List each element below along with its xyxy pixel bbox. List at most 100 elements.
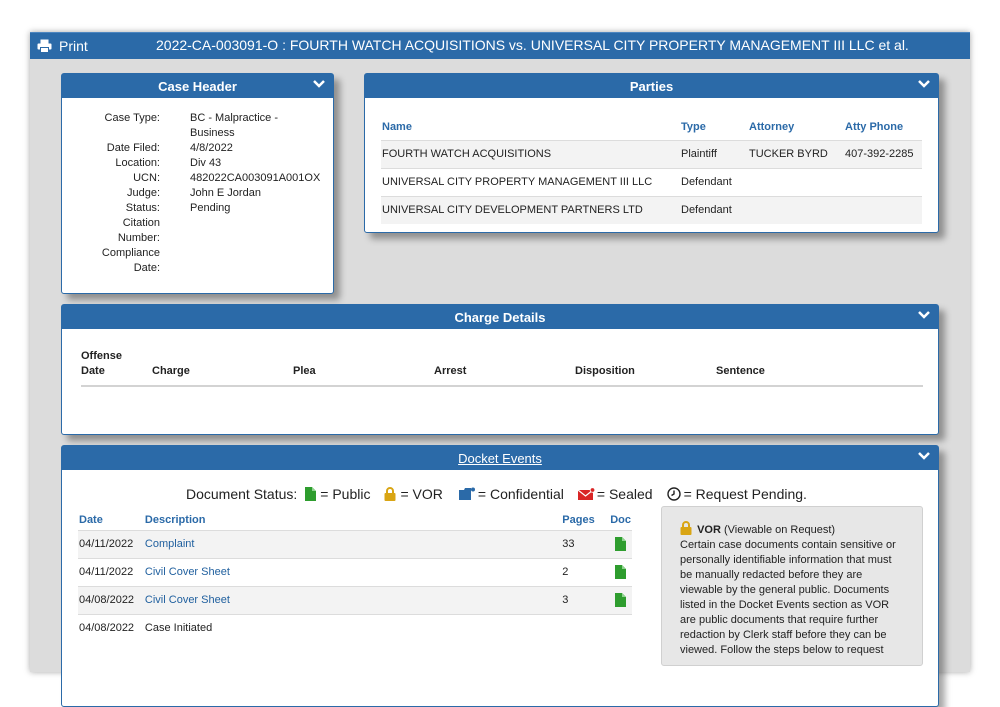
- case-field-value: BC - Malpractice - Business: [190, 112, 279, 139]
- col-attorney: Attorney: [749, 120, 795, 133]
- case-field-value: John E Jordan: [190, 187, 261, 199]
- party-phone: [844, 195, 922, 224]
- col-phone: Atty Phone: [845, 120, 904, 133]
- public-doc-icon[interactable]: [615, 537, 627, 551]
- party-attorney: TUCKER BYRD: [748, 139, 844, 168]
- col-name: Name: [382, 120, 412, 133]
- col-description: Description: [144, 513, 206, 526]
- party-name: UNIVERSAL CITY DEVELOPMENT PARTNERS LTD: [381, 195, 680, 224]
- table-row: 04/08/2022 Case Initiated: [78, 613, 632, 642]
- case-header-title: Case Header: [158, 78, 237, 94]
- docket-events-head[interactable]: Docket Events: [62, 446, 938, 470]
- docket-date: 04/08/2022: [78, 613, 144, 642]
- docket-description-cell: Civil Cover Sheet: [143, 585, 562, 614]
- legend-pending: = Request Pending.: [683, 486, 807, 502]
- docket-pages: 33: [561, 529, 610, 558]
- case-field-label: Compliance Date:: [101, 247, 160, 274]
- party-type: Defendant: [680, 195, 748, 224]
- case-field-label: Location:: [115, 157, 160, 169]
- docket-doc-cell: [609, 613, 632, 642]
- case-field-label: Case Type:: [104, 112, 160, 124]
- docket-description: Case Initiated: [144, 622, 213, 634]
- table-row: UNIVERSAL CITY PROPERTY MANAGEMENT III L…: [381, 167, 922, 196]
- party-phone: 407-392-2285: [844, 139, 922, 168]
- docket-date: 04/11/2022: [78, 557, 144, 586]
- docket-events-panel: Docket Events Document Status: = Public …: [61, 445, 939, 707]
- parties-panel: Parties Name Type Attorney Atty Phone FO…: [364, 73, 939, 233]
- case-field-value: Pending: [190, 202, 231, 214]
- confidential-folder-icon: [458, 487, 476, 501]
- clock-icon: [666, 487, 681, 501]
- title-bar: Print 2022-CA-003091-O : FOURTH WATCH AC…: [30, 32, 970, 59]
- chevron-down-icon[interactable]: [917, 310, 931, 320]
- sealed-envelope-icon: [577, 487, 595, 501]
- docket-events-title[interactable]: Docket Events: [458, 451, 542, 466]
- chevron-down-icon[interactable]: [917, 79, 931, 89]
- case-header-head[interactable]: Case Header: [62, 74, 333, 98]
- col-offense-date: Offense Date: [81, 350, 122, 377]
- parties-head[interactable]: Parties: [365, 74, 938, 98]
- docket-pages: [561, 613, 610, 642]
- case-field-value: Div 43: [190, 157, 222, 169]
- col-pages: Pages: [562, 513, 595, 526]
- docket-date: 04/11/2022: [78, 529, 144, 558]
- col-doc: Doc: [610, 513, 631, 526]
- party-name: UNIVERSAL CITY PROPERTY MANAGEMENT III L…: [381, 167, 680, 196]
- docket-table: Date Description Pages Doc 04/11/2022 Com…: [78, 510, 632, 642]
- public-doc-icon[interactable]: [615, 565, 627, 579]
- legend-vor: = VOR: [400, 486, 443, 502]
- docket-doc-cell: [609, 585, 632, 614]
- party-type: Plaintiff: [680, 139, 748, 168]
- print-button[interactable]: Print: [37, 38, 88, 54]
- charge-columns: Offense Date Charge Plea Arrest Disposit…: [81, 350, 923, 387]
- case-window: Print 2022-CA-003091-O : FOURTH WATCH AC…: [30, 32, 970, 707]
- print-label: Print: [59, 38, 88, 54]
- docket-doc-cell: [609, 557, 632, 586]
- docket-pages: 2: [561, 557, 610, 586]
- docket-description-cell: Civil Cover Sheet: [143, 557, 562, 586]
- legend-public: = Public: [320, 486, 371, 502]
- chevron-down-icon[interactable]: [917, 451, 931, 461]
- party-phone: [844, 167, 922, 196]
- case-field-label: UCN:: [133, 172, 160, 184]
- parties-table: Name Type Attorney Atty Phone FOURTH WAT…: [381, 114, 922, 224]
- vor-info-box: VOR (Viewable on Request) Certain case d…: [661, 506, 923, 666]
- case-field-value: 4/8/2022: [190, 142, 233, 154]
- vor-text: Certain case documents contain sensitive…: [680, 539, 896, 656]
- case-title: 2022-CA-003091-O : FOURTH WATCH ACQUISIT…: [156, 37, 909, 53]
- chevron-down-icon[interactable]: [312, 79, 326, 89]
- docket-description-link[interactable]: Complaint: [145, 538, 195, 550]
- case-field-label: Status:: [125, 202, 160, 214]
- col-type: Type: [681, 120, 706, 133]
- case-field-label: Date Filed:: [106, 142, 160, 154]
- charge-details-title: Charge Details: [454, 309, 546, 325]
- table-row: 04/08/2022 Civil Cover Sheet 3: [78, 585, 632, 614]
- lock-icon: [384, 487, 396, 501]
- party-attorney: [748, 167, 844, 196]
- case-header-panel: Case Header Case Type: BC - Malpractice -…: [61, 73, 334, 294]
- printer-icon: [37, 39, 52, 53]
- party-attorney: [748, 195, 844, 224]
- docket-date: 04/08/2022: [78, 585, 144, 614]
- table-row: 04/11/2022 Civil Cover Sheet 2: [78, 557, 632, 586]
- legend-confidential: = Confidential: [477, 486, 564, 502]
- docket-description-cell: Case Initiated: [143, 613, 562, 642]
- col-disposition: Disposition: [575, 365, 635, 377]
- legend-label: Document Status:: [186, 486, 298, 502]
- case-field-label: Judge:: [126, 187, 160, 199]
- docket-description-link[interactable]: Civil Cover Sheet: [145, 594, 230, 606]
- charge-details-head[interactable]: Charge Details: [62, 305, 938, 329]
- lock-icon: [680, 521, 692, 535]
- public-doc-icon: [305, 487, 317, 501]
- col-arrest: Arrest: [434, 365, 467, 377]
- party-type: Defendant: [680, 167, 748, 196]
- col-sentence: Sentence: [716, 365, 765, 377]
- table-row: UNIVERSAL CITY DEVELOPMENT PARTNERS LTD D…: [381, 195, 922, 224]
- public-doc-icon[interactable]: [615, 593, 627, 607]
- table-row: 04/11/2022 Complaint 33: [78, 529, 632, 558]
- vor-heading: VOR: [697, 524, 721, 536]
- docket-description-link[interactable]: Civil Cover Sheet: [145, 566, 230, 578]
- parties-title: Parties: [629, 78, 674, 94]
- charge-details-panel: Charge Details Offense Date Charge Plea …: [61, 304, 939, 435]
- col-date: Date: [79, 513, 103, 526]
